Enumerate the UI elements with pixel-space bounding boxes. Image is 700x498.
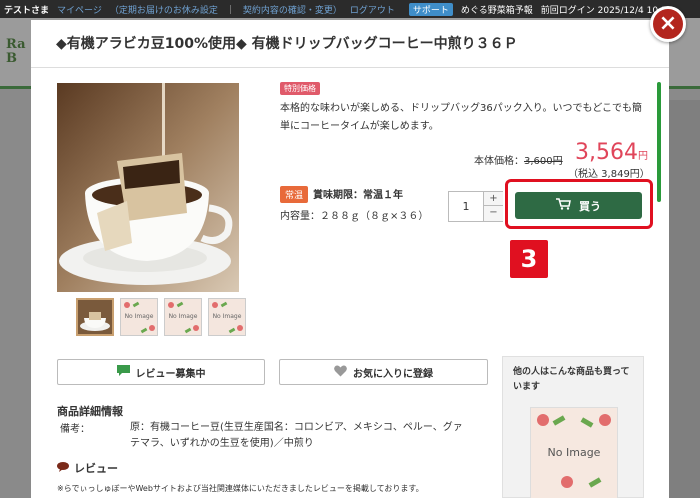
- site-logo: Ra B: [6, 37, 26, 67]
- mypage-link[interactable]: マイページ: [57, 3, 102, 16]
- base-price-label: 本体価格：: [474, 156, 524, 167]
- sale-price: 3,564円: [575, 140, 648, 165]
- logout-link[interactable]: ログアウト: [350, 3, 395, 16]
- contract-link[interactable]: 契約内容の確認・変更）: [243, 3, 342, 16]
- thumbnail-3[interactable]: No Image: [164, 298, 202, 336]
- product-title: ◆有機アラビカ豆100%使用◆ 有機ドリップバッグコーヒー中煎り３６Ｐ: [31, 20, 669, 68]
- thumbnail-2[interactable]: No Image: [120, 298, 158, 336]
- buy-button-label: 買う: [579, 199, 601, 213]
- tax-included-price: （税込 3,849円）: [568, 169, 650, 180]
- buy-button[interactable]: 買う: [515, 192, 642, 219]
- quantity-stepper: 1 + −: [448, 191, 503, 222]
- favorite-button-label: お気に入りに登録: [353, 368, 433, 380]
- expiry-info: 賞味期限：常温１年: [313, 190, 403, 201]
- detail-key: 備考：: [60, 424, 90, 435]
- thumbnail-strip: No Image No Image No Image: [76, 298, 246, 336]
- special-price-badge: 特別価格: [280, 82, 320, 95]
- base-price: 本体価格：3,600円: [474, 152, 563, 167]
- close-modal-button[interactable]: ×: [650, 6, 686, 42]
- no-image-text: No Image: [168, 313, 198, 320]
- favorite-button[interactable]: お気に入りに登録: [279, 359, 488, 385]
- sale-price-unit: 円: [637, 151, 648, 162]
- sale-price-value: 3,564: [575, 140, 638, 165]
- thumbnail-4[interactable]: No Image: [208, 298, 246, 336]
- heart-icon: [334, 365, 347, 380]
- review-heading-label: レビュー: [74, 462, 118, 475]
- review-section-heading: レビュー: [57, 460, 118, 476]
- background-column: [668, 100, 700, 498]
- recommendation-title: 他の人はこんな商品も買っています: [513, 367, 630, 392]
- speech-bubble-icon: [57, 461, 69, 475]
- no-image-text: No Image: [212, 313, 242, 320]
- review-button[interactable]: レビュー募集中: [57, 359, 265, 385]
- pause-settings-link[interactable]: （定期お届けのお休み設定: [110, 3, 218, 16]
- site-top-bar: テストさま マイページ （定期お届けのお休み設定 ｜ 契約内容の確認・変更） ロ…: [0, 0, 700, 18]
- review-note: ※らでぃっしゅぼーやWebサイトおよび当社関連媒体にいただきましたレビューを掲載…: [57, 484, 424, 493]
- original-price: 3,600円: [524, 156, 563, 167]
- quantity-decrement-button[interactable]: −: [483, 206, 503, 221]
- modal-scrollbar[interactable]: [657, 82, 661, 202]
- no-image-text: No Image: [124, 313, 154, 320]
- no-image-text: No Image: [547, 446, 601, 459]
- product-description: 本格的な味わいが楽しめる、ドリップバッグ36パック入り。いつでもどこでも簡単にコ…: [280, 103, 643, 132]
- quantity-input[interactable]: 1: [449, 192, 483, 221]
- review-button-label: レビュー募集中: [135, 368, 206, 380]
- user-name: テストさま: [4, 5, 50, 16]
- quantity-increment-button[interactable]: +: [483, 192, 503, 206]
- thumbnail-1[interactable]: [76, 298, 114, 336]
- step-number-badge: 3: [510, 240, 548, 278]
- recommended-product-image[interactable]: No Image: [530, 407, 618, 498]
- link-separator: ｜: [225, 5, 235, 16]
- detail-heading: 商品詳細情報: [57, 405, 123, 418]
- recommendation-box: 他の人はこんな商品も買っています No Image: [502, 356, 644, 498]
- support-button[interactable]: サポート: [408, 2, 453, 16]
- detail-value: 原：有機コーヒー豆(生豆生産国名：コロンビア、メキシコ、ペルー、グァテマラ、いず…: [130, 422, 463, 449]
- storage-badge: 常温: [280, 186, 309, 203]
- news-link[interactable]: めぐる野菜箱予報: [461, 3, 533, 16]
- content-amount: 内容量：２８８ｇ（８ｇ×３６）: [280, 211, 429, 222]
- cart-icon: [556, 198, 571, 213]
- product-main-image: [57, 83, 239, 292]
- comment-icon: [116, 365, 130, 379]
